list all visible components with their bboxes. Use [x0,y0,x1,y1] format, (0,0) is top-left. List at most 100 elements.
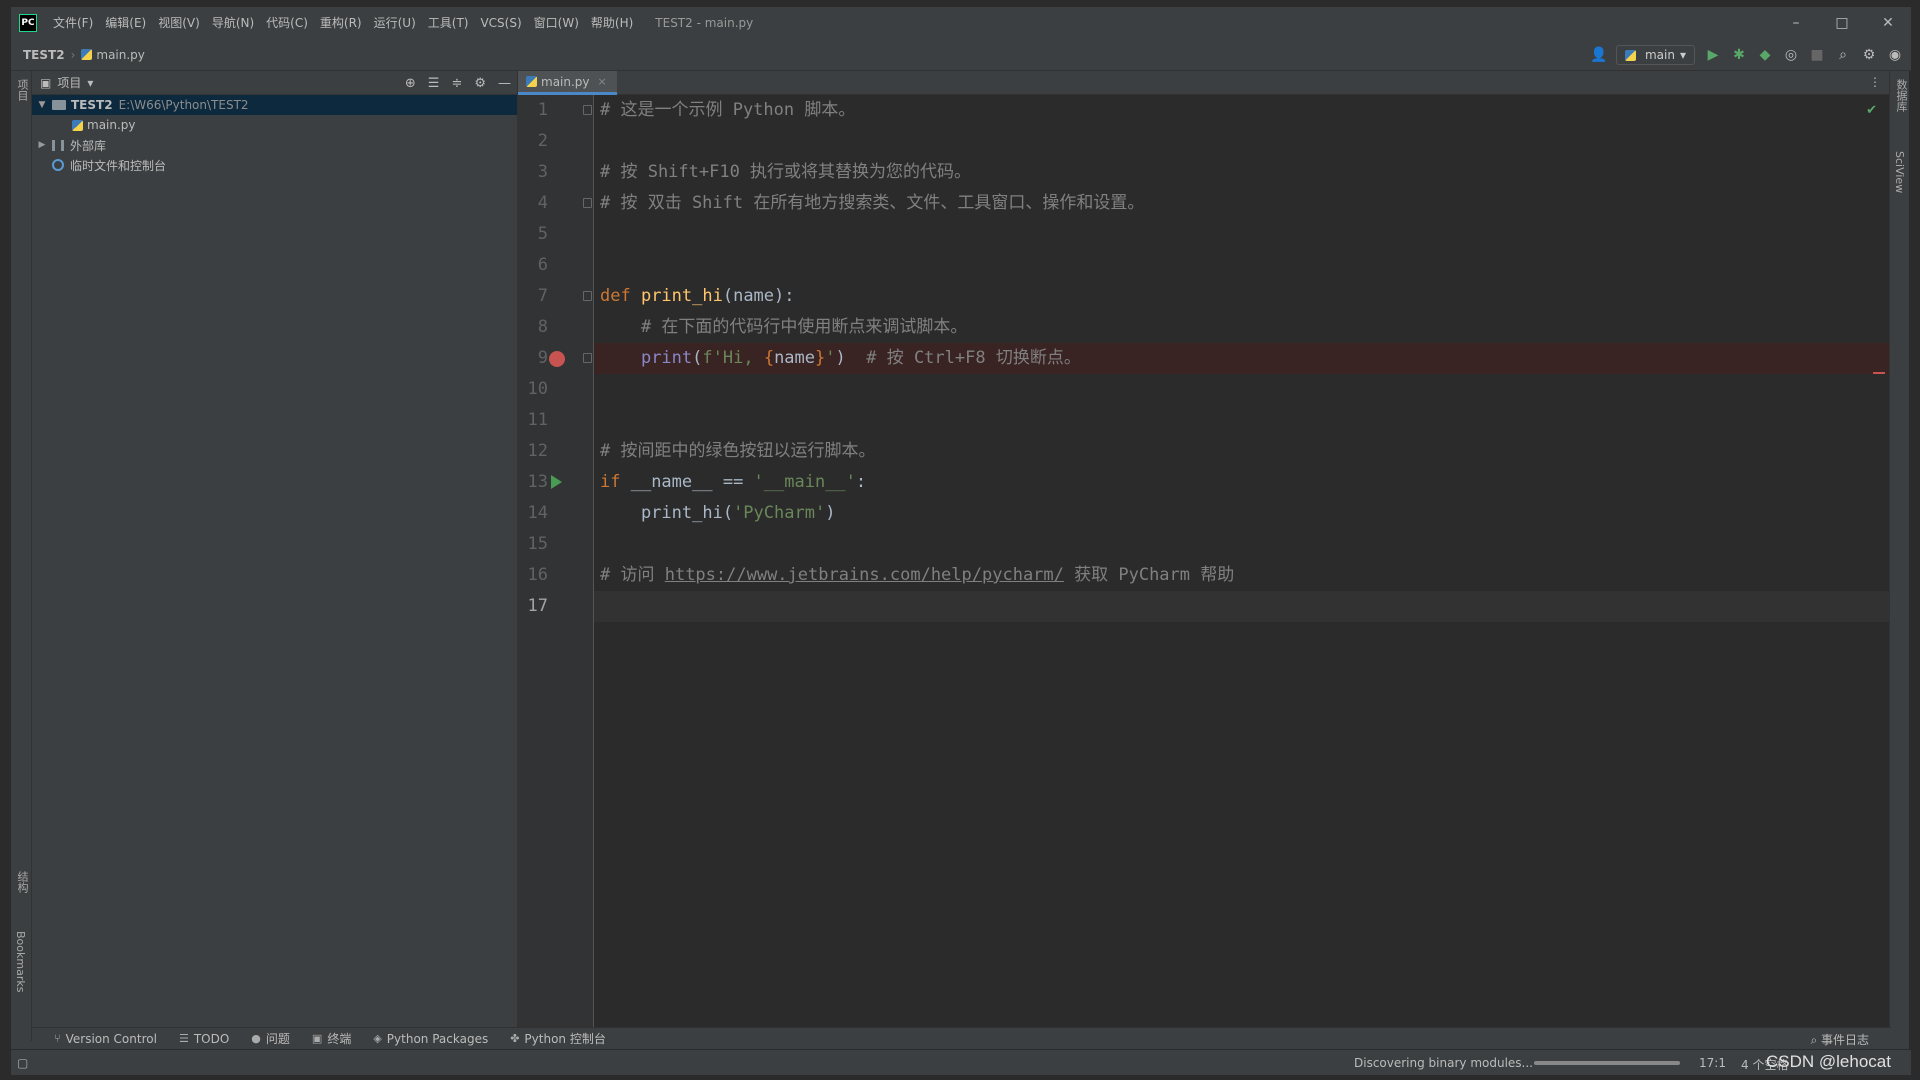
collapse-all-icon[interactable]: ≑ [451,76,462,91]
code-token: 获取 PyCharm 帮助 [1063,565,1235,585]
breadcrumb-project[interactable]: TEST2 [23,48,65,62]
toggle-tool-windows-icon[interactable]: ▢ [17,1056,28,1070]
structure-tool-button[interactable]: 结构 [14,871,30,893]
hide-panel-icon[interactable]: — [498,76,511,91]
menu-help[interactable]: 帮助(H) [585,7,639,39]
no-problems-check-icon[interactable]: ✔ [1866,103,1877,118]
project-panel: ▣ 项目 ▾ ⊕ ☰ ≑ ⚙ — ▼ TEST2 E:\W66\Python\T… [32,71,518,1041]
minimize-button[interactable]: – [1773,7,1819,39]
menu-file[interactable]: 文件(F) [47,7,99,39]
menu-refactor[interactable]: 重构(R) [314,7,368,39]
fold-marker-icon[interactable] [583,291,592,301]
library-icon [52,139,64,151]
locate-file-icon[interactable]: ⊕ [405,76,416,91]
code-line[interactable]: 10 [528,374,1891,405]
breakpoint-icon[interactable] [549,351,565,367]
run-gutter-icon[interactable] [551,475,562,489]
background-task-message[interactable]: Discovering binary modules... [1354,1056,1533,1070]
code-line[interactable]: 2 [538,126,1891,157]
breadcrumb-file[interactable]: main.py [81,48,145,62]
code-editor[interactable]: 1 # 这是一个示例 Python 脚本。 2 3 # 按 Shift+F10 执行或将… [518,95,1891,1041]
code-line[interactable]: 6 [538,250,1891,281]
event-log-button[interactable]: ⌕ 事件日志 [1810,1031,1869,1048]
tab-label: Version Control [65,1031,157,1046]
code-text: # 这是一个示例 Python 脚本。 [600,95,855,126]
chevron-right-icon[interactable]: ▶ [36,140,48,150]
project-tool-button[interactable]: 项目 [14,79,30,101]
line-number: 8 [537,317,548,337]
branch-icon: ⑂ [54,1032,61,1045]
code-token: print [640,348,693,368]
tab-python-packages[interactable]: ◈ Python Packages [373,1032,488,1046]
caret-position[interactable]: 17:1 [1699,1056,1726,1070]
code-line[interactable]: 11 [528,405,1891,436]
code-line[interactable]: 7 def print_hi(name): [538,281,1891,312]
code-line[interactable]: 12 # 按间距中的绿色按钮以运行脚本。 [528,436,1891,467]
tab-python-console[interactable]: ✤ Python 控制台 [510,1030,606,1047]
code-line[interactable]: 4 # 按 双击 Shift 在所有地方搜索类、文件、工具窗口、操作和设置。 [538,188,1891,219]
jetbrains-toolbox-icon[interactable]: ◉ [1887,47,1903,63]
menu-vcs[interactable]: VCS(S) [474,7,527,39]
close-window-button[interactable]: ✕ [1865,7,1911,39]
code-line[interactable]: 9 print(f'Hi, {name}') # 按 Ctrl+F8 切换断点。 [538,343,1891,374]
tree-item-project-root[interactable]: ▼ TEST2 E:\W66\Python\TEST2 [32,95,517,115]
gear-icon[interactable]: ⚙ [474,76,486,91]
code-lines[interactable]: 1 # 这是一个示例 Python 脚本。 2 3 # 按 Shift+F10 执行或将… [528,95,1891,622]
tree-item-main-py[interactable]: main.py [32,115,517,135]
bookmarks-tool-button[interactable]: Bookmarks [14,931,27,992]
coverage-icon[interactable]: ◆ [1757,47,1773,63]
database-tool-button[interactable]: 数据库 [1893,79,1909,112]
code-line[interactable]: 13 if __name__ == '__main__': [528,467,1891,498]
sciview-tool-button[interactable]: SciView [1893,151,1906,193]
stop-icon[interactable]: ■ [1809,47,1825,63]
tab-todo[interactable]: ☰ TODO [179,1032,229,1046]
code-line[interactable]: 1 # 这是一个示例 Python 脚本。 [538,95,1891,126]
maximize-button[interactable]: □ [1819,7,1865,39]
gear-icon[interactable]: ⚙ [1861,47,1877,63]
profile-icon[interactable]: ◎ [1783,47,1799,63]
tab-terminal[interactable]: ▣ 终端 [312,1030,351,1047]
menu-navigate[interactable]: 导航(N) [206,7,260,39]
menu-edit[interactable]: 编辑(E) [99,7,152,39]
tree-item-scratches[interactable]: 临时文件和控制台 [32,155,517,175]
code-line[interactable]: 16 # 访问 https://www.jetbrains.com/help/py… [528,560,1891,591]
debug-icon[interactable]: ✱ [1731,47,1747,63]
code-line[interactable]: 17 [528,591,1891,622]
code-token: '__main__' [753,472,856,492]
code-line[interactable]: 5 [538,219,1891,250]
menu-run[interactable]: 运行(U) [368,7,422,39]
run-config-selector[interactable]: main ▾ [1615,45,1695,65]
python-console-icon: ✤ [510,1032,520,1045]
breadcrumb-file-label: main.py [96,47,145,62]
fold-marker-icon[interactable] [583,353,592,363]
run-icon[interactable]: ▶ [1705,47,1721,63]
breakpoint-stripe-marker[interactable] [1873,372,1885,374]
event-log-label: 事件日志 [1820,1033,1869,1047]
chevron-down-icon[interactable]: ▼ [36,100,48,110]
expand-all-icon[interactable]: ☰ [428,76,440,91]
code-line[interactable]: 3 # 按 Shift+F10 执行或将其替换为您的代码。 [538,157,1891,188]
code-token[interactable]: https://www.jetbrains.com/help/pycharm/ [665,565,1064,585]
menu-code[interactable]: 代码(C) [260,7,314,39]
close-icon[interactable]: × [598,75,607,88]
tab-version-control[interactable]: ⑂ Version Control [54,1032,157,1046]
code-line[interactable]: 8 # 在下面的代码行中使用断点来调试脚本。 [538,312,1891,343]
more-vertical-icon[interactable]: ⋮ [1869,75,1881,89]
code-line[interactable]: 14 print_hi('PyCharm') [528,498,1891,529]
tab-problems[interactable]: ● 问题 [251,1030,290,1047]
fold-marker-icon[interactable] [583,198,592,208]
menu-window[interactable]: 窗口(W) [528,7,585,39]
project-view-selector[interactable]: ▣ 项目 ▾ [40,74,93,91]
code-token: # 在下面的代码行中使用断点来调试脚本。 [600,317,968,337]
project-panel-header: ▣ 项目 ▾ ⊕ ☰ ≑ ⚙ — [32,71,517,95]
progress-fill [1534,1061,1680,1065]
menu-tools[interactable]: 工具(T) [422,7,475,39]
tree-item-external-libraries[interactable]: ▶ 外部库 [32,135,517,155]
menu-view[interactable]: 视图(V) [152,7,206,39]
code-line[interactable]: 15 [528,529,1891,560]
tab-main-py[interactable]: main.py × [518,71,617,95]
user-icon[interactable]: 👤 [1590,47,1607,63]
fold-marker-icon[interactable] [583,105,592,115]
search-icon[interactable]: ⌕ [1835,47,1851,63]
tree-item-path: E:\W66\Python\TEST2 [118,98,249,112]
